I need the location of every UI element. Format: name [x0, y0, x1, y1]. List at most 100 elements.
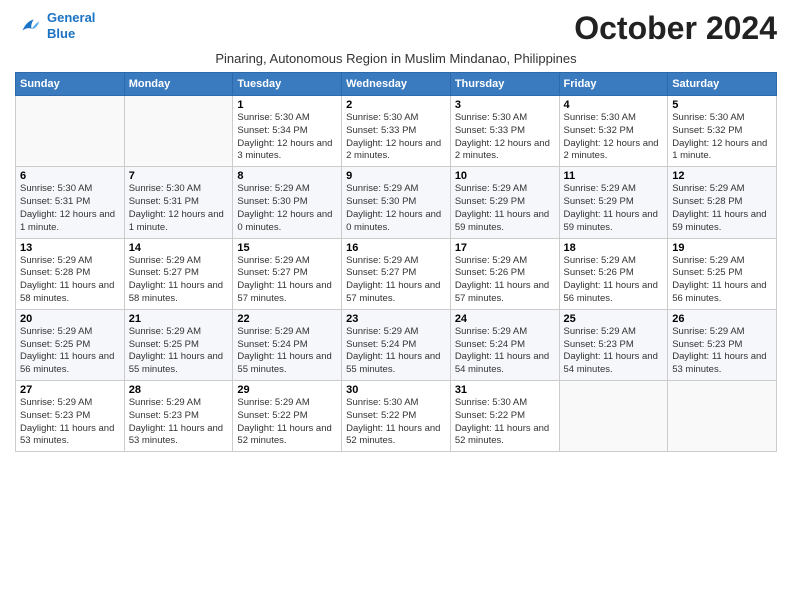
- day-number: 6: [20, 170, 120, 182]
- day-number: 13: [20, 242, 120, 254]
- calendar-cell: 18Sunrise: 5:29 AM Sunset: 5:26 PM Dayli…: [559, 238, 668, 309]
- day-number: 19: [672, 242, 772, 254]
- day-number: 18: [564, 242, 664, 254]
- calendar-cell: [124, 96, 233, 167]
- calendar-cell: 15Sunrise: 5:29 AM Sunset: 5:27 PM Dayli…: [233, 238, 342, 309]
- calendar-cell: 29Sunrise: 5:29 AM Sunset: 5:22 PM Dayli…: [233, 381, 342, 452]
- day-info: Sunrise: 5:29 AM Sunset: 5:22 PM Dayligh…: [237, 397, 337, 448]
- logo-icon: [15, 12, 43, 40]
- calendar-cell: [16, 96, 125, 167]
- day-info: Sunrise: 5:29 AM Sunset: 5:27 PM Dayligh…: [237, 255, 337, 306]
- calendar-cell: 30Sunrise: 5:30 AM Sunset: 5:22 PM Dayli…: [342, 381, 451, 452]
- day-number: 27: [20, 384, 120, 396]
- day-info: Sunrise: 5:29 AM Sunset: 5:29 PM Dayligh…: [564, 183, 664, 234]
- calendar-cell: 5Sunrise: 5:30 AM Sunset: 5:32 PM Daylig…: [668, 96, 777, 167]
- day-info: Sunrise: 5:30 AM Sunset: 5:34 PM Dayligh…: [237, 112, 337, 163]
- calendar-cell: 11Sunrise: 5:29 AM Sunset: 5:29 PM Dayli…: [559, 167, 668, 238]
- calendar-cell: 27Sunrise: 5:29 AM Sunset: 5:23 PM Dayli…: [16, 381, 125, 452]
- day-info: Sunrise: 5:29 AM Sunset: 5:25 PM Dayligh…: [20, 326, 120, 377]
- day-number: 8: [237, 170, 337, 182]
- calendar-cell: [668, 381, 777, 452]
- day-number: 31: [455, 384, 555, 396]
- day-number: 10: [455, 170, 555, 182]
- day-info: Sunrise: 5:29 AM Sunset: 5:26 PM Dayligh…: [564, 255, 664, 306]
- day-number: 29: [237, 384, 337, 396]
- calendar-week-row: 1Sunrise: 5:30 AM Sunset: 5:34 PM Daylig…: [16, 96, 777, 167]
- calendar-week-row: 20Sunrise: 5:29 AM Sunset: 5:25 PM Dayli…: [16, 309, 777, 380]
- day-number: 22: [237, 313, 337, 325]
- day-number: 28: [129, 384, 229, 396]
- day-number: 14: [129, 242, 229, 254]
- day-info: Sunrise: 5:30 AM Sunset: 5:22 PM Dayligh…: [455, 397, 555, 448]
- calendar-cell: 3Sunrise: 5:30 AM Sunset: 5:33 PM Daylig…: [450, 96, 559, 167]
- day-info: Sunrise: 5:29 AM Sunset: 5:25 PM Dayligh…: [672, 255, 772, 306]
- day-info: Sunrise: 5:29 AM Sunset: 5:30 PM Dayligh…: [346, 183, 446, 234]
- day-info: Sunrise: 5:30 AM Sunset: 5:32 PM Dayligh…: [564, 112, 664, 163]
- day-info: Sunrise: 5:29 AM Sunset: 5:23 PM Dayligh…: [564, 326, 664, 377]
- day-number: 26: [672, 313, 772, 325]
- calendar-week-row: 27Sunrise: 5:29 AM Sunset: 5:23 PM Dayli…: [16, 381, 777, 452]
- day-info: Sunrise: 5:29 AM Sunset: 5:29 PM Dayligh…: [455, 183, 555, 234]
- day-info: Sunrise: 5:29 AM Sunset: 5:24 PM Dayligh…: [455, 326, 555, 377]
- day-number: 1: [237, 99, 337, 111]
- day-number: 4: [564, 99, 664, 111]
- calendar-table: SundayMondayTuesdayWednesdayThursdayFrid…: [15, 72, 777, 452]
- day-of-week-header: Sunday: [16, 73, 125, 96]
- day-number: 9: [346, 170, 446, 182]
- day-info: Sunrise: 5:29 AM Sunset: 5:28 PM Dayligh…: [20, 255, 120, 306]
- calendar-cell: 13Sunrise: 5:29 AM Sunset: 5:28 PM Dayli…: [16, 238, 125, 309]
- day-info: Sunrise: 5:29 AM Sunset: 5:27 PM Dayligh…: [129, 255, 229, 306]
- day-info: Sunrise: 5:29 AM Sunset: 5:30 PM Dayligh…: [237, 183, 337, 234]
- calendar-cell: 26Sunrise: 5:29 AM Sunset: 5:23 PM Dayli…: [668, 309, 777, 380]
- day-number: 5: [672, 99, 772, 111]
- calendar-body: 1Sunrise: 5:30 AM Sunset: 5:34 PM Daylig…: [16, 96, 777, 452]
- day-info: Sunrise: 5:30 AM Sunset: 5:33 PM Dayligh…: [346, 112, 446, 163]
- calendar-cell: 31Sunrise: 5:30 AM Sunset: 5:22 PM Dayli…: [450, 381, 559, 452]
- day-number: 20: [20, 313, 120, 325]
- day-info: Sunrise: 5:30 AM Sunset: 5:31 PM Dayligh…: [129, 183, 229, 234]
- day-of-week-header: Monday: [124, 73, 233, 96]
- day-number: 17: [455, 242, 555, 254]
- calendar-cell: 22Sunrise: 5:29 AM Sunset: 5:24 PM Dayli…: [233, 309, 342, 380]
- day-info: Sunrise: 5:29 AM Sunset: 5:26 PM Dayligh…: [455, 255, 555, 306]
- calendar-cell: 20Sunrise: 5:29 AM Sunset: 5:25 PM Dayli…: [16, 309, 125, 380]
- day-number: 30: [346, 384, 446, 396]
- calendar-cell: 8Sunrise: 5:29 AM Sunset: 5:30 PM Daylig…: [233, 167, 342, 238]
- calendar-cell: 23Sunrise: 5:29 AM Sunset: 5:24 PM Dayli…: [342, 309, 451, 380]
- day-number: 24: [455, 313, 555, 325]
- calendar-cell: 21Sunrise: 5:29 AM Sunset: 5:25 PM Dayli…: [124, 309, 233, 380]
- day-info: Sunrise: 5:29 AM Sunset: 5:28 PM Dayligh…: [672, 183, 772, 234]
- calendar-cell: 6Sunrise: 5:30 AM Sunset: 5:31 PM Daylig…: [16, 167, 125, 238]
- page-subtitle: Pinaring, Autonomous Region in Muslim Mi…: [15, 51, 777, 66]
- calendar-cell: 28Sunrise: 5:29 AM Sunset: 5:23 PM Dayli…: [124, 381, 233, 452]
- calendar-cell: 17Sunrise: 5:29 AM Sunset: 5:26 PM Dayli…: [450, 238, 559, 309]
- month-title: October 2024: [574, 10, 777, 47]
- calendar-cell: 24Sunrise: 5:29 AM Sunset: 5:24 PM Dayli…: [450, 309, 559, 380]
- day-info: Sunrise: 5:29 AM Sunset: 5:23 PM Dayligh…: [20, 397, 120, 448]
- day-number: 12: [672, 170, 772, 182]
- day-number: 15: [237, 242, 337, 254]
- day-number: 21: [129, 313, 229, 325]
- day-info: Sunrise: 5:29 AM Sunset: 5:24 PM Dayligh…: [346, 326, 446, 377]
- logo-text: General Blue: [47, 10, 95, 41]
- calendar-cell: 10Sunrise: 5:29 AM Sunset: 5:29 PM Dayli…: [450, 167, 559, 238]
- day-info: Sunrise: 5:30 AM Sunset: 5:33 PM Dayligh…: [455, 112, 555, 163]
- day-number: 3: [455, 99, 555, 111]
- day-of-week-header: Thursday: [450, 73, 559, 96]
- calendar-cell: 4Sunrise: 5:30 AM Sunset: 5:32 PM Daylig…: [559, 96, 668, 167]
- day-info: Sunrise: 5:30 AM Sunset: 5:22 PM Dayligh…: [346, 397, 446, 448]
- day-info: Sunrise: 5:29 AM Sunset: 5:25 PM Dayligh…: [129, 326, 229, 377]
- calendar-cell: 2Sunrise: 5:30 AM Sunset: 5:33 PM Daylig…: [342, 96, 451, 167]
- day-number: 7: [129, 170, 229, 182]
- calendar-cell: 9Sunrise: 5:29 AM Sunset: 5:30 PM Daylig…: [342, 167, 451, 238]
- calendar-week-row: 6 Sunrise: 5:30 AM Sunset: 5:31 PM Daylig…: [16, 167, 777, 238]
- day-number: 16: [346, 242, 446, 254]
- calendar-cell: [559, 381, 668, 452]
- day-info: Sunrise: 5:29 AM Sunset: 5:23 PM Dayligh…: [672, 326, 772, 377]
- calendar-header-row: SundayMondayTuesdayWednesdayThursdayFrid…: [16, 73, 777, 96]
- calendar-week-row: 13Sunrise: 5:29 AM Sunset: 5:28 PM Dayli…: [16, 238, 777, 309]
- calendar-cell: 12Sunrise: 5:29 AM Sunset: 5:28 PM Dayli…: [668, 167, 777, 238]
- day-info: Sunrise: 5:29 AM Sunset: 5:24 PM Dayligh…: [237, 326, 337, 377]
- day-of-week-header: Tuesday: [233, 73, 342, 96]
- calendar-cell: 7Sunrise: 5:30 AM Sunset: 5:31 PM Daylig…: [124, 167, 233, 238]
